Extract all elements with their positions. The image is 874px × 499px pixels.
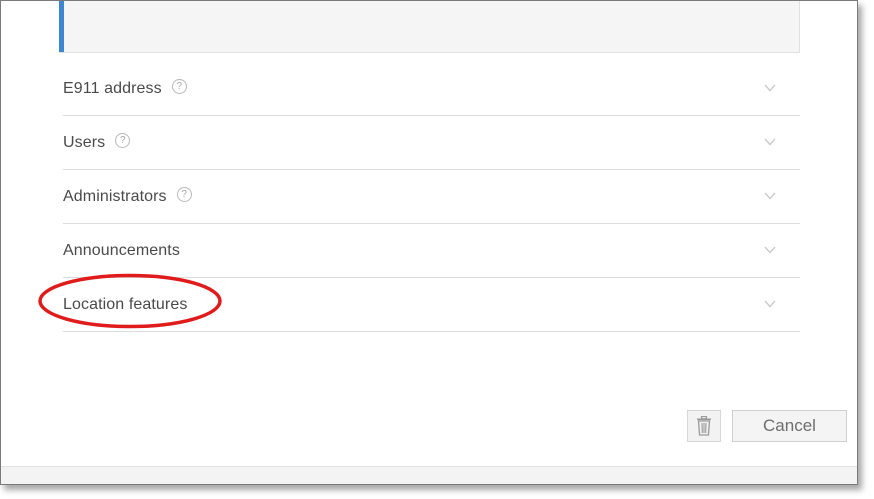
section-e911-address[interactable]: E911 address ? — [63, 62, 800, 116]
chevron-down-icon[interactable] — [764, 192, 776, 200]
trash-icon — [697, 416, 711, 436]
help-icon[interactable]: ? — [115, 133, 131, 148]
section-users[interactable]: Users ? — [63, 116, 800, 170]
section-label: E911 address — [63, 79, 162, 97]
section-label: Users — [63, 133, 106, 151]
section-label: Location features — [63, 295, 188, 313]
section-label: Announcements — [63, 241, 180, 259]
section-label: Administrators — [63, 187, 167, 205]
section-location-features[interactable]: Location features — [63, 278, 800, 332]
help-icon[interactable]: ? — [171, 79, 187, 94]
delete-button[interactable] — [687, 410, 721, 442]
chevron-down-icon[interactable] — [764, 246, 776, 254]
accent-bar — [59, 1, 64, 52]
cancel-button[interactable]: Cancel — [732, 410, 847, 442]
section-announcements[interactable]: Announcements — [63, 224, 800, 278]
chevron-down-icon[interactable] — [764, 300, 776, 308]
bottom-strip — [1, 466, 857, 484]
section-list: E911 address ? Users ? Administrators ? … — [63, 62, 800, 332]
chevron-down-icon[interactable] — [764, 138, 776, 146]
chevron-down-icon[interactable] — [764, 84, 776, 92]
help-icon[interactable]: ? — [176, 187, 192, 202]
top-panel — [59, 1, 800, 53]
screenshot-frame: E911 address ? Users ? Administrators ? … — [0, 0, 858, 485]
section-administrators[interactable]: Administrators ? — [63, 170, 800, 224]
